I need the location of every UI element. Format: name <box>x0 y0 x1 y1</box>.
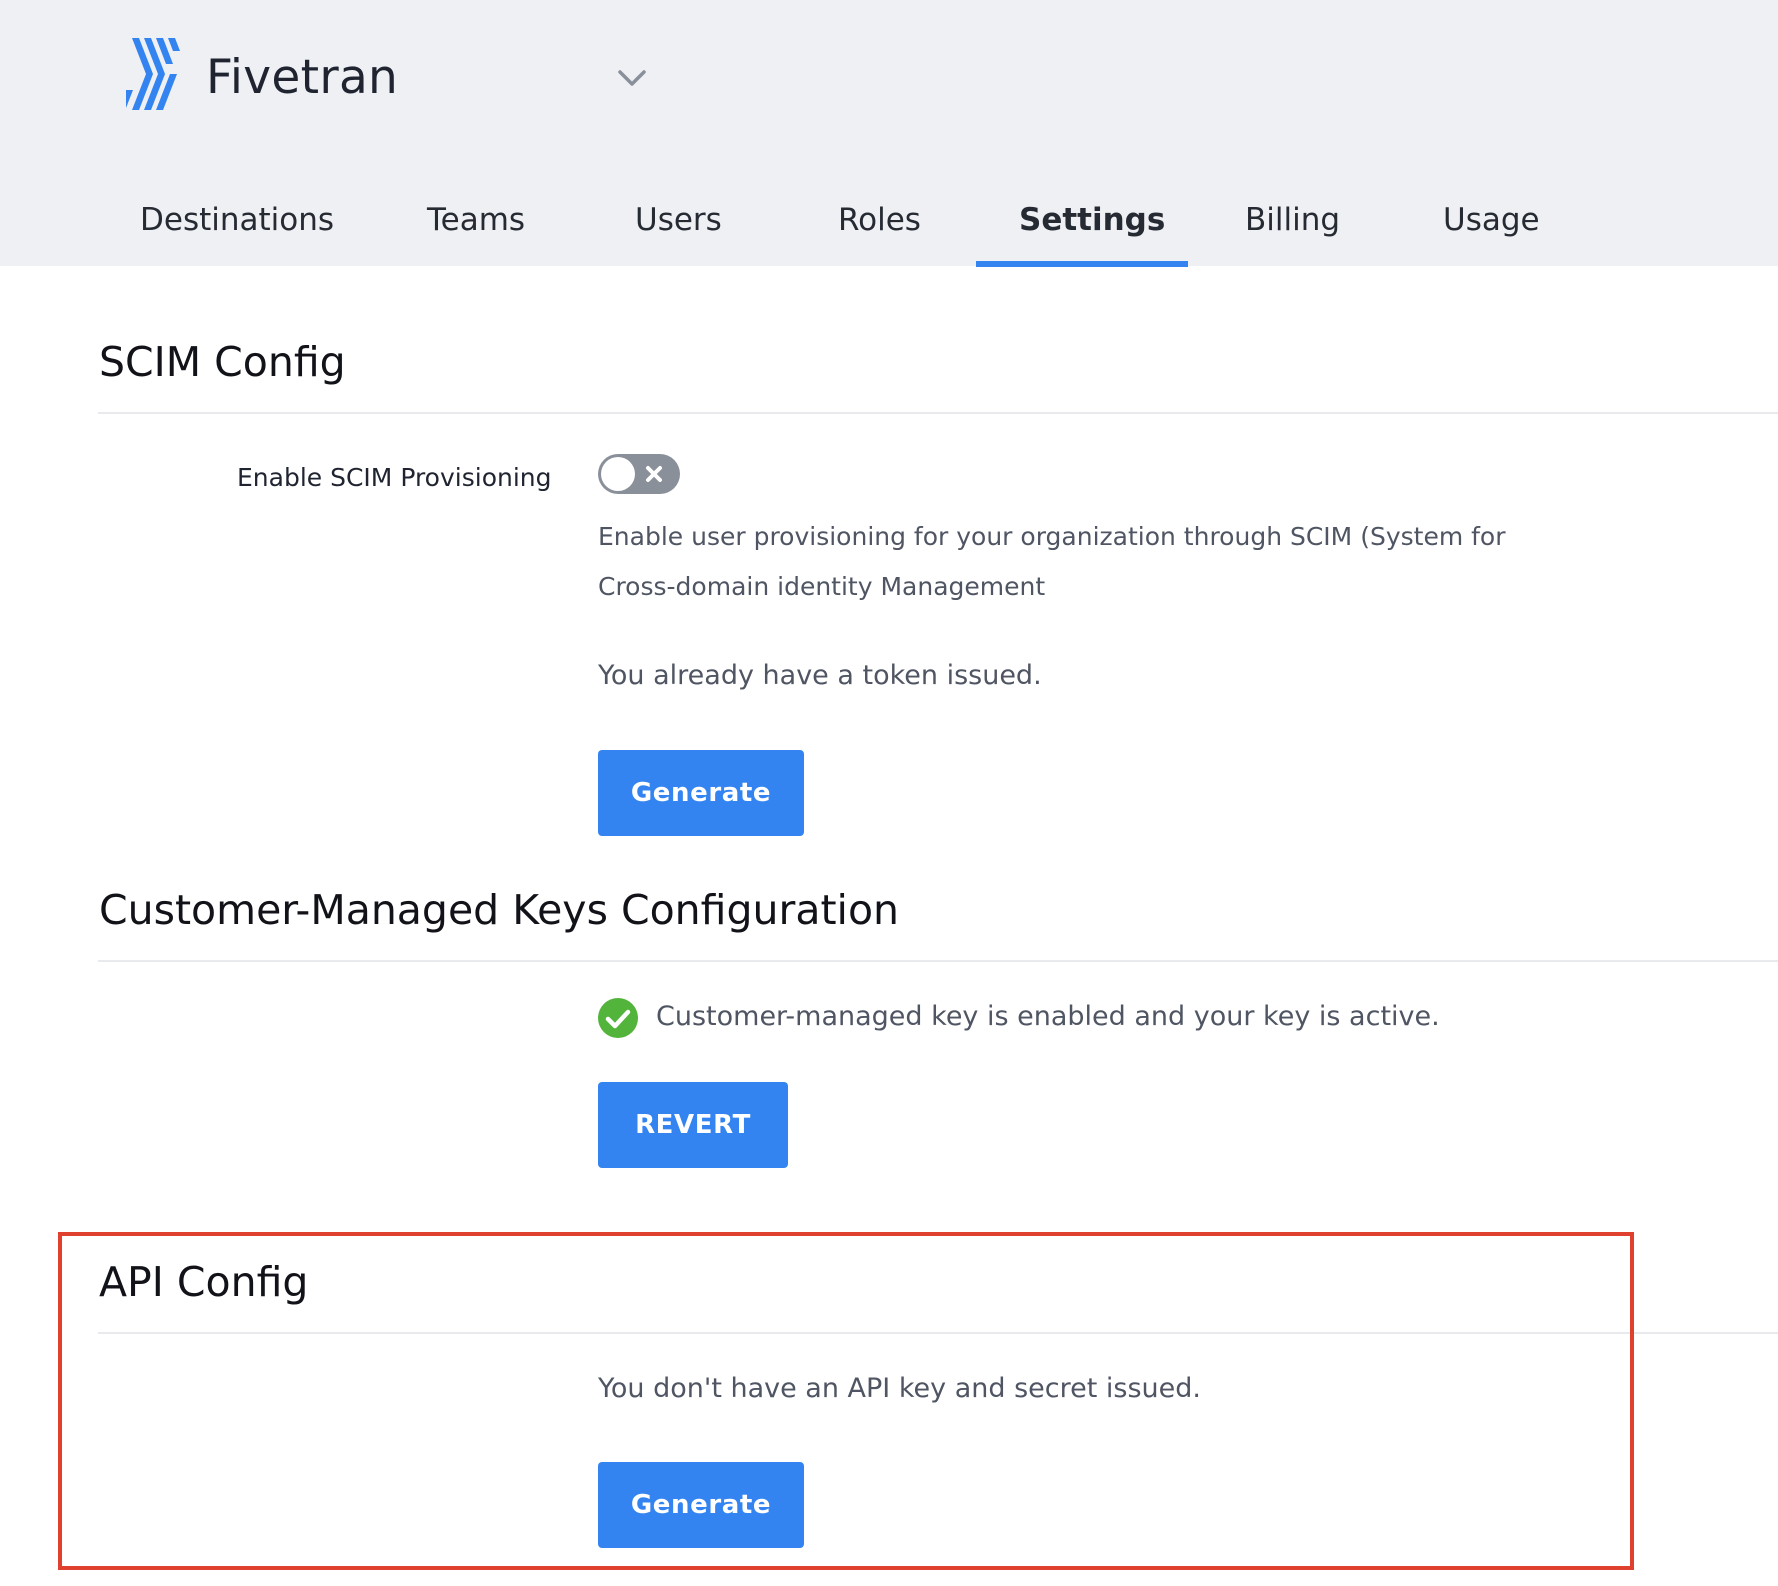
scim-divider <box>98 412 1778 414</box>
scim-config-title: SCIM Config <box>99 338 346 386</box>
active-tab-indicator <box>976 261 1188 267</box>
scim-token-status: You already have a token issued. <box>598 660 1042 691</box>
api-config-highlight-box <box>58 1232 1634 1570</box>
scim-generate-button[interactable]: Generate <box>598 750 804 836</box>
top-navigation-bar: Fivetran Destinations Teams Users Roles … <box>0 0 1778 267</box>
brand-name[interactable]: Fivetran <box>206 46 398 110</box>
tab-settings[interactable]: Settings <box>1019 196 1165 244</box>
check-circle-icon <box>598 998 638 1038</box>
tab-billing[interactable]: Billing <box>1245 196 1340 244</box>
cmk-divider <box>98 960 1778 962</box>
enable-scim-toggle[interactable] <box>598 454 680 494</box>
tab-destinations[interactable]: Destinations <box>140 196 334 244</box>
scim-description-line-2: Cross-domain identity Management <box>598 572 1046 601</box>
tab-usage[interactable]: Usage <box>1443 196 1540 244</box>
tab-roles[interactable]: Roles <box>838 196 921 244</box>
enable-scim-label: Enable SCIM Provisioning <box>237 463 552 492</box>
cmk-config-title: Customer-Managed Keys Configuration <box>99 886 900 934</box>
cmk-status-text: Customer-managed key is enabled and your… <box>656 1001 1440 1032</box>
revert-button[interactable]: REVERT <box>598 1082 788 1168</box>
toggle-knob <box>601 457 635 491</box>
chevron-down-icon[interactable] <box>614 62 650 94</box>
tab-users[interactable]: Users <box>635 196 722 244</box>
fivetran-logo-icon <box>126 38 180 110</box>
tab-teams[interactable]: Teams <box>427 196 525 244</box>
scim-description-line-1: Enable user provisioning for your organi… <box>598 522 1506 551</box>
toggle-off-x-icon <box>646 466 662 482</box>
